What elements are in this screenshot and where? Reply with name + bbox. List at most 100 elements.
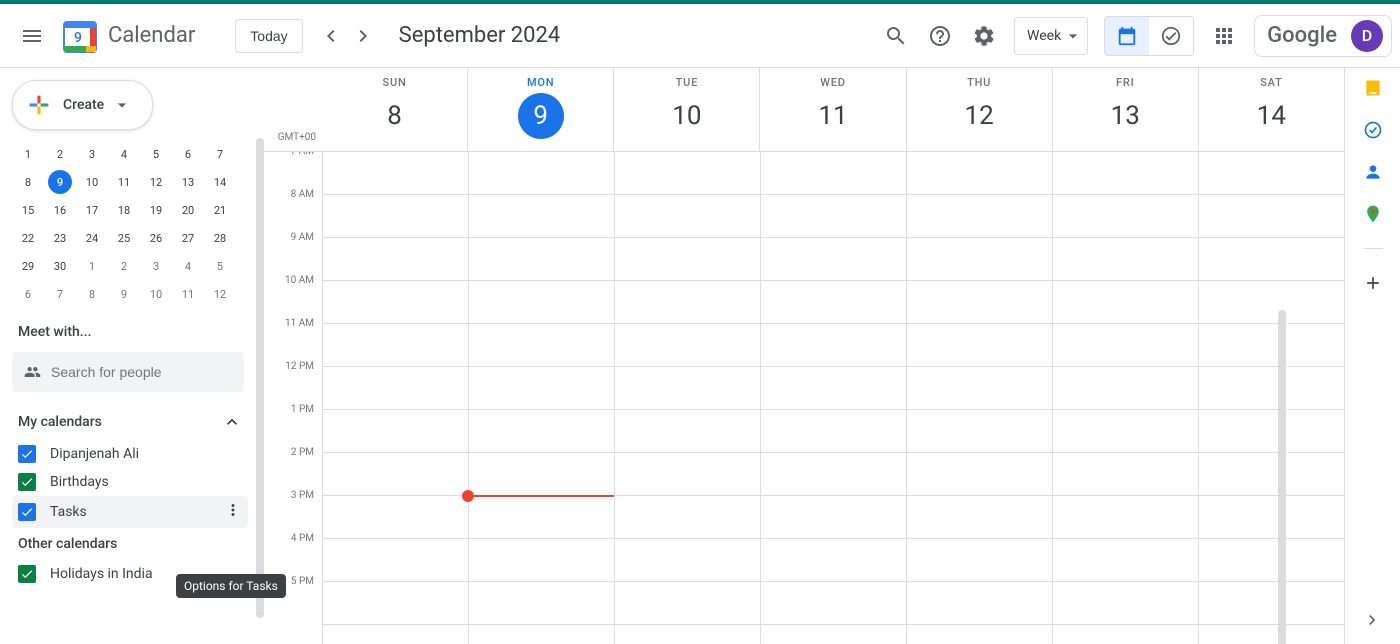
mini-calendar-day[interactable]: 5 bbox=[140, 140, 172, 168]
settings-button[interactable] bbox=[964, 16, 1004, 56]
calendar-checkbox[interactable] bbox=[18, 503, 36, 521]
day-number[interactable]: 9 bbox=[518, 93, 564, 139]
hour-cell[interactable] bbox=[469, 496, 614, 539]
hour-cell[interactable] bbox=[1199, 152, 1344, 195]
mini-calendar-day[interactable]: 8 bbox=[76, 280, 108, 308]
hour-cell[interactable] bbox=[761, 367, 906, 410]
hour-cell[interactable] bbox=[1053, 539, 1198, 582]
hour-cell[interactable] bbox=[907, 367, 1052, 410]
hour-cell[interactable] bbox=[1199, 496, 1344, 539]
support-button[interactable] bbox=[920, 16, 960, 56]
hour-cell[interactable] bbox=[761, 152, 906, 195]
apps-button[interactable] bbox=[1204, 16, 1244, 56]
hour-cell[interactable] bbox=[1053, 324, 1198, 367]
hour-cell[interactable] bbox=[615, 625, 760, 644]
grid-columns[interactable] bbox=[322, 152, 1344, 644]
mini-calendar-day[interactable]: 2 bbox=[108, 252, 140, 280]
hour-cell[interactable] bbox=[1199, 281, 1344, 324]
hour-cell[interactable] bbox=[469, 367, 614, 410]
hour-cell[interactable] bbox=[323, 152, 468, 195]
calendar-list-item[interactable]: Tasks bbox=[12, 496, 248, 528]
hour-cell[interactable] bbox=[615, 539, 760, 582]
hour-cell[interactable] bbox=[469, 195, 614, 238]
mini-calendar-day[interactable]: 26 bbox=[140, 224, 172, 252]
day-header[interactable]: TUE10 bbox=[613, 68, 759, 151]
hour-cell[interactable] bbox=[469, 453, 614, 496]
grid-scroll-area[interactable]: 7 AM8 AM9 AM10 AM11 AM12 PM1 PM2 PM3 PM4… bbox=[264, 152, 1344, 644]
hour-cell[interactable] bbox=[615, 410, 760, 453]
hour-cell[interactable] bbox=[1053, 367, 1198, 410]
mini-calendar-day[interactable]: 14 bbox=[204, 168, 236, 196]
mini-calendar-day[interactable]: 13 bbox=[172, 168, 204, 196]
day-header[interactable]: SAT14 bbox=[1198, 68, 1344, 151]
day-column[interactable] bbox=[1052, 152, 1198, 644]
hour-cell[interactable] bbox=[323, 496, 468, 539]
mini-calendar-day[interactable]: 22 bbox=[12, 224, 44, 252]
hour-cell[interactable] bbox=[907, 195, 1052, 238]
my-calendars-heading[interactable]: My calendars bbox=[12, 404, 248, 440]
mini-calendar-day[interactable]: 21 bbox=[204, 196, 236, 224]
hour-cell[interactable] bbox=[323, 453, 468, 496]
hour-cell[interactable] bbox=[615, 152, 760, 195]
mini-calendar-day[interactable]: 17 bbox=[76, 196, 108, 224]
hour-cell[interactable] bbox=[469, 324, 614, 367]
hour-cell[interactable] bbox=[323, 410, 468, 453]
hour-cell[interactable] bbox=[615, 582, 760, 625]
hour-cell[interactable] bbox=[1053, 195, 1198, 238]
hour-cell[interactable] bbox=[1053, 625, 1198, 644]
day-number[interactable]: 14 bbox=[1248, 93, 1294, 139]
mini-calendar-day[interactable]: 1 bbox=[76, 252, 108, 280]
hour-cell[interactable] bbox=[469, 582, 614, 625]
calendar-checkbox[interactable] bbox=[18, 473, 36, 491]
hour-cell[interactable] bbox=[1199, 195, 1344, 238]
hour-cell[interactable] bbox=[615, 367, 760, 410]
calendar-list-item[interactable]: Dipanjenah Ali bbox=[12, 440, 248, 468]
hour-cell[interactable] bbox=[907, 410, 1052, 453]
hour-cell[interactable] bbox=[1199, 324, 1344, 367]
day-header[interactable]: MON9 bbox=[467, 68, 613, 151]
search-people-input[interactable] bbox=[51, 364, 232, 380]
hour-cell[interactable] bbox=[469, 152, 614, 195]
add-addon-icon[interactable] bbox=[1363, 273, 1383, 293]
hour-cell[interactable] bbox=[323, 625, 468, 644]
hour-cell[interactable] bbox=[323, 195, 468, 238]
maps-icon[interactable] bbox=[1363, 204, 1383, 224]
hour-cell[interactable] bbox=[615, 281, 760, 324]
search-button[interactable] bbox=[876, 16, 916, 56]
mini-calendar-day[interactable]: 2 bbox=[44, 140, 76, 168]
mini-calendar-day[interactable]: 7 bbox=[204, 140, 236, 168]
mini-calendar-day[interactable]: 24 bbox=[76, 224, 108, 252]
hour-cell[interactable] bbox=[1199, 453, 1344, 496]
tasks-panel-toggle[interactable] bbox=[1149, 17, 1193, 55]
contacts-icon[interactable] bbox=[1363, 162, 1383, 182]
day-column[interactable] bbox=[1198, 152, 1344, 644]
hour-cell[interactable] bbox=[323, 238, 468, 281]
mini-calendar[interactable]: 1234567891011121314151617181920212223242… bbox=[12, 140, 242, 308]
day-header[interactable]: THU12 bbox=[906, 68, 1052, 151]
day-number[interactable]: 10 bbox=[664, 93, 710, 139]
mini-calendar-day[interactable]: 11 bbox=[172, 280, 204, 308]
mini-calendar-day[interactable]: 3 bbox=[76, 140, 108, 168]
hour-cell[interactable] bbox=[907, 281, 1052, 324]
google-account-chip[interactable]: Google D bbox=[1254, 15, 1392, 57]
next-period-button[interactable] bbox=[347, 20, 379, 52]
hour-cell[interactable] bbox=[761, 496, 906, 539]
mini-calendar-day[interactable]: 8 bbox=[12, 168, 44, 196]
day-number[interactable]: 8 bbox=[372, 93, 418, 139]
sidebar-scrollbar[interactable] bbox=[256, 138, 264, 618]
hour-cell[interactable] bbox=[469, 625, 614, 644]
mini-calendar-day[interactable]: 30 bbox=[44, 252, 76, 280]
mini-calendar-day[interactable]: 27 bbox=[172, 224, 204, 252]
day-column[interactable] bbox=[322, 152, 468, 644]
hour-cell[interactable] bbox=[907, 152, 1052, 195]
day-header[interactable]: FRI13 bbox=[1052, 68, 1198, 151]
calendar-options-button[interactable] bbox=[224, 501, 242, 523]
mini-calendar-day[interactable]: 6 bbox=[12, 280, 44, 308]
hour-cell[interactable] bbox=[761, 324, 906, 367]
hour-cell[interactable] bbox=[1199, 410, 1344, 453]
hour-cell[interactable] bbox=[1053, 410, 1198, 453]
mini-calendar-day[interactable]: 4 bbox=[172, 252, 204, 280]
hour-cell[interactable] bbox=[1053, 238, 1198, 281]
hour-cell[interactable] bbox=[323, 582, 468, 625]
mini-calendar-day[interactable]: 20 bbox=[172, 196, 204, 224]
